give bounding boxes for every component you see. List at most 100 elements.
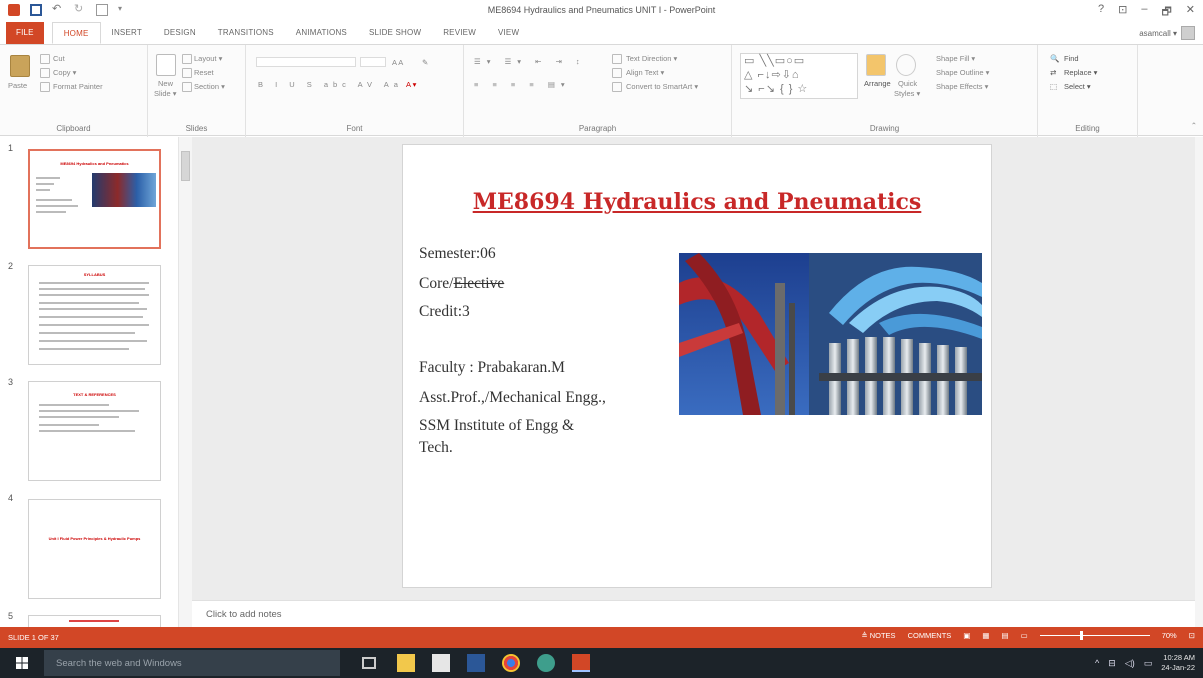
institute-text-line-1[interactable]: SSM Institute of Engg &: [419, 417, 574, 435]
find-button[interactable]: Find: [1064, 54, 1079, 63]
shape-effects-button[interactable]: Shape Effects ▾: [936, 82, 988, 91]
slide-editor-canvas: ME8694 Hydraulics and Pneumatics Semeste…: [192, 137, 1195, 600]
clock-date: 24-Jan-22: [1161, 663, 1195, 672]
layout-button[interactable]: Layout ▾: [194, 54, 222, 63]
tab-slide-show[interactable]: SLIDE SHOW: [358, 22, 432, 44]
arrange-button[interactable]: Arrange: [864, 79, 891, 88]
font-name-box[interactable]: [256, 57, 356, 67]
normal-view-icon[interactable]: ▣: [963, 631, 970, 640]
bullets-icon[interactable]: ☰▾ ☰▾ ⇤ ⇥ ↕: [474, 57, 586, 66]
word-app-icon[interactable]: [467, 654, 485, 672]
font-size-grow-icon[interactable]: A A: [392, 58, 403, 67]
notes-pane[interactable]: Click to add notes: [192, 600, 1195, 627]
faculty-text[interactable]: Faculty : Prabakaran.M: [419, 359, 565, 377]
tab-file[interactable]: FILE: [6, 22, 44, 44]
status-right-controls: ≜ NOTES COMMENTS ▣ ▦ ▤ ▭ 70% ⊡: [861, 631, 1195, 640]
designation-text[interactable]: Asst.Prof.,/Mechanical Engg.,: [419, 389, 606, 407]
reset-button[interactable]: Reset: [194, 68, 214, 77]
fit-slide-icon[interactable]: ⊡: [1189, 631, 1195, 640]
paste-icon[interactable]: [10, 55, 30, 77]
tab-design[interactable]: DESIGN: [153, 22, 207, 44]
slide-sorter-icon[interactable]: ▦: [982, 631, 989, 640]
shape-fill-button[interactable]: Shape Fill ▾: [936, 54, 975, 63]
quick-styles-icon[interactable]: [896, 54, 916, 76]
powerpoint-app-icon[interactable]: [572, 654, 590, 672]
restore-button[interactable]: 🗗: [1161, 3, 1171, 22]
network-icon[interactable]: ⊟: [1108, 658, 1116, 669]
replace-button[interactable]: Replace ▾: [1064, 68, 1097, 77]
tab-insert[interactable]: INSERT: [101, 22, 153, 44]
tab-animations[interactable]: ANIMATIONS: [285, 22, 358, 44]
slide-thumbnail-3[interactable]: TEXT & REFERENCES: [28, 381, 161, 481]
paste-button[interactable]: Paste: [8, 81, 27, 90]
cut-button[interactable]: Cut: [53, 54, 65, 63]
shape-outline-button[interactable]: Shape Outline ▾: [936, 68, 989, 77]
help-button[interactable]: ?: [1098, 3, 1104, 22]
credit-text[interactable]: Credit:3: [419, 303, 470, 321]
minimize-button[interactable]: –: [1141, 3, 1147, 22]
slide-thumbnail-1[interactable]: ME8694 Hydraulics and Pneumatics: [28, 149, 161, 249]
comments-toggle-button[interactable]: COMMENTS: [908, 631, 952, 640]
thumbnails-scrollbar[interactable]: [178, 137, 192, 627]
tab-review[interactable]: REVIEW: [432, 22, 487, 44]
file-explorer-icon[interactable]: [397, 654, 415, 672]
notes-toggle-button[interactable]: ≜ NOTES: [861, 631, 895, 640]
slideshow-view-icon[interactable]: ▭: [1021, 631, 1028, 640]
quick-styles-button[interactable]: Quick: [898, 79, 917, 88]
store-icon[interactable]: [432, 654, 450, 672]
align-text-button[interactable]: Align Text ▾: [626, 68, 664, 77]
tab-transitions[interactable]: TRANSITIONS: [207, 22, 285, 44]
alignment-icons[interactable]: ≡ ≡ ≡ ≡ ▤▾: [474, 80, 571, 89]
paint-app-icon[interactable]: [537, 654, 555, 672]
ribbon-display-options-button[interactable]: ⊡: [1118, 3, 1127, 22]
shapes-gallery[interactable]: ▭ ╲╲▭○▭ △ ⌐↓⇨⇩⌂ ↘ ⌐↘ { } ☆: [740, 53, 858, 99]
slide-thumbnail-4[interactable]: Unit I Fluid Power Principles & Hydrauli…: [28, 499, 161, 599]
slide-title[interactable]: ME8694 Hydraulics and Pneumatics: [403, 189, 991, 215]
font-label: Font: [346, 124, 363, 133]
zoom-slider-thumb[interactable]: [1079, 631, 1083, 640]
slide-thumbnails-pane: 1 ME8694 Hydraulics and Pneumatics 2 SYL…: [0, 137, 192, 627]
task-view-icon[interactable]: [362, 657, 376, 669]
font-size-box[interactable]: [360, 57, 386, 67]
convert-smartart-button[interactable]: Convert to SmartArt ▾: [626, 82, 698, 91]
action-center-icon[interactable]: ▭: [1144, 658, 1153, 669]
reading-view-icon[interactable]: ▤: [1002, 631, 1009, 640]
copy-button[interactable]: Copy ▾: [53, 68, 76, 77]
scrollbar-handle[interactable]: [181, 151, 190, 181]
volume-icon[interactable]: ◁): [1125, 658, 1135, 669]
hydraulic-machinery-image[interactable]: [679, 253, 982, 415]
notes-placeholder[interactable]: Click to add notes: [206, 609, 282, 620]
core-elective-text[interactable]: Core/Elective: [419, 275, 504, 293]
zoom-slider[interactable]: [1039, 631, 1150, 640]
semester-text[interactable]: Semester:06: [419, 245, 496, 263]
tab-view[interactable]: VIEW: [487, 22, 530, 44]
format-painter-button[interactable]: Format Painter: [53, 82, 103, 91]
chrome-icon[interactable]: [502, 654, 520, 672]
close-button[interactable]: ✕: [1186, 3, 1195, 22]
slide-thumbnail-5[interactable]: [28, 615, 161, 627]
clear-formatting-icon[interactable]: ✎: [422, 58, 428, 67]
current-slide[interactable]: ME8694 Hydraulics and Pneumatics Semeste…: [402, 144, 992, 588]
new-slide-dropdown[interactable]: Slide ▾: [154, 89, 177, 98]
section-button[interactable]: Section ▾: [194, 82, 225, 91]
zoom-level[interactable]: 70%: [1162, 631, 1177, 640]
account-menu[interactable]: asamcall ▾: [1139, 26, 1195, 40]
new-slide-button[interactable]: New: [158, 79, 173, 88]
taskbar-search-box[interactable]: Search the web and Windows: [44, 650, 340, 676]
clock[interactable]: 10:28 AM 24-Jan-22: [1161, 653, 1195, 673]
quick-styles-dropdown[interactable]: Styles ▾: [894, 89, 920, 98]
select-button[interactable]: Select ▾: [1064, 82, 1091, 91]
windows-start-icon[interactable]: [16, 657, 28, 669]
text-direction-button[interactable]: Text Direction ▾: [626, 54, 677, 63]
show-hidden-icons-icon[interactable]: ^: [1095, 658, 1099, 668]
arrange-icon[interactable]: [866, 54, 886, 76]
new-slide-icon[interactable]: [156, 54, 176, 76]
font-style-buttons[interactable]: B I U S abc AV Aa: [258, 80, 403, 89]
tab-home[interactable]: HOME: [51, 22, 101, 44]
slide-thumbnail-2[interactable]: SYLLABUS: [28, 265, 161, 365]
font-color-icon[interactable]: A ▾: [406, 80, 416, 89]
editor-vertical-scrollbar[interactable]: [1195, 137, 1203, 627]
institute-text-line-2[interactable]: Tech.: [419, 439, 453, 457]
collapse-ribbon-icon[interactable]: ⌃: [1191, 121, 1197, 130]
clipboard-group: Paste Cut Copy ▾ Format Painter Clipboar…: [0, 45, 148, 137]
